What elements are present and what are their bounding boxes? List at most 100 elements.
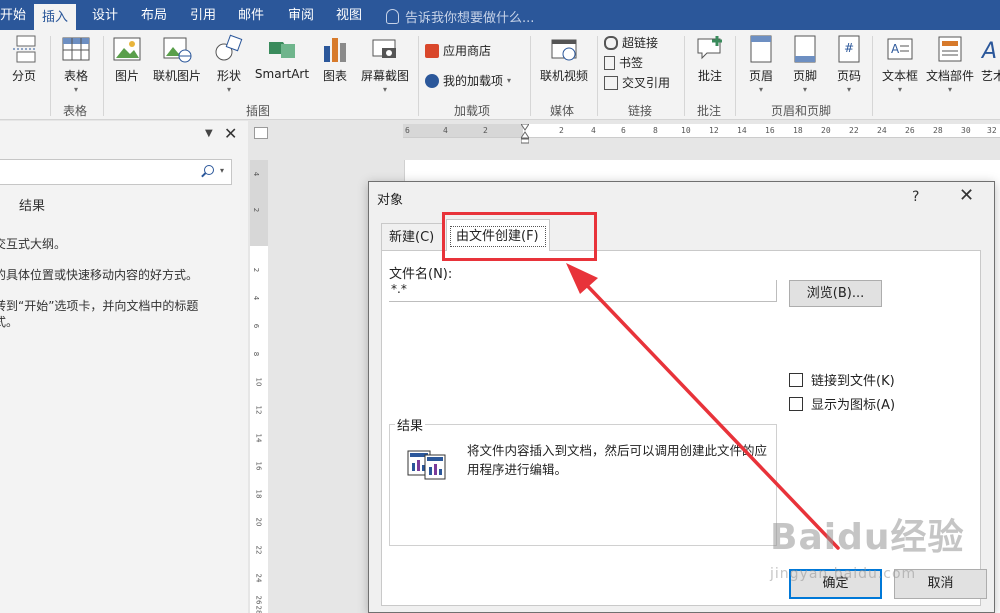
wordart-icon: A (980, 39, 997, 64)
header-label: 页眉 (748, 69, 773, 83)
tell-me-text: 告诉我你想要做什么... (405, 11, 535, 26)
link-icon (604, 35, 618, 50)
store-button[interactable]: 应用商店 (425, 42, 491, 59)
table-button[interactable]: 表格 ▾ (58, 34, 94, 94)
group-comments-label: 批注 (697, 104, 722, 118)
tab-mailings[interactable]: 邮件 (238, 0, 264, 30)
dialog-title: 对象 (377, 193, 404, 208)
horizontal-ruler[interactable]: 6 4 2 2 4 6 8 10 12 14 16 18 20 22 24 26… (403, 124, 1000, 138)
picture-button[interactable]: 图片 (110, 34, 144, 84)
page-number-button[interactable]: # 页码 ▾ (831, 34, 867, 94)
checkbox-box[interactable] (789, 396, 803, 411)
navigation-search-input[interactable]: ▾ (0, 159, 232, 185)
ruler-tick: 8 (252, 351, 261, 357)
tab-selector[interactable] (254, 127, 268, 139)
ruler-tick: 4 (252, 295, 261, 301)
ruler-tick: 12 (709, 126, 719, 135)
tab-references[interactable]: 引用 (190, 0, 216, 30)
tab-view[interactable]: 视图 (336, 0, 362, 30)
smartart-button[interactable]: SmartArt (251, 34, 313, 81)
online-picture-button[interactable]: 联机图片 (149, 34, 205, 84)
tab-home[interactable]: 开始 (0, 0, 26, 30)
comment-label: 批注 (697, 69, 722, 83)
chevron-down-icon: ▾ (846, 85, 851, 94)
display-as-icon-checkbox[interactable]: 显示为图标(A) (789, 394, 895, 413)
chart-button[interactable]: 图表 (318, 34, 352, 84)
online-video-icon (551, 39, 577, 61)
ruler-tick: 4 (443, 126, 448, 135)
store-label: 应用商店 (443, 44, 492, 58)
smartart-icon (269, 42, 295, 58)
table-label: 表格 (63, 69, 88, 83)
close-icon[interactable]: ✕ (224, 124, 237, 143)
link-to-file-checkbox[interactable]: 链接到文件(K) (789, 370, 895, 389)
tab-results[interactable]: 结果 (19, 195, 45, 214)
indent-marker-icon[interactable] (521, 124, 529, 144)
browse-button[interactable]: 浏览(B)... (789, 280, 882, 307)
vertical-ruler[interactable]: 4 2 2 4 6 8 10 12 14 16 18 20 22 24 26 2… (250, 160, 268, 613)
picture-label: 图片 (114, 69, 139, 83)
online-picture-icon (163, 37, 192, 63)
bookmark-button[interactable]: 书签 (604, 54, 643, 71)
my-addins-button[interactable]: 我的加载项 ▾ (425, 72, 511, 89)
footer-button[interactable]: 页脚 ▾ (787, 34, 823, 94)
ribbon-insert: 分页 表格 ▾ 表格 图片 联机图片 形状 ▾ SmartArt 图表 屏幕截图… (0, 30, 1000, 120)
group-links-label: 链接 (628, 104, 653, 118)
lightbulb-icon (386, 9, 399, 24)
chevron-down-icon: ▾ (758, 85, 763, 94)
chevron-down-icon: ▾ (802, 85, 807, 94)
chevron-down-icon[interactable]: ▾ (220, 166, 224, 175)
group-addins-label: 加载项 (454, 104, 491, 118)
shapes-button[interactable]: 形状 ▾ (211, 34, 247, 94)
filename-input[interactable]: *.* (389, 280, 777, 302)
pane-options-icon[interactable]: ▼ (205, 128, 213, 139)
quick-parts-icon (938, 36, 962, 62)
footer-label: 页脚 (792, 69, 817, 83)
hyperlink-button[interactable]: 超链接 (604, 34, 658, 51)
watermark-url: jingyan.baidu.com (770, 566, 917, 582)
annotation-highlight-box (442, 212, 597, 261)
tab-design[interactable]: 设计 (92, 0, 118, 30)
bookmark-label: 书签 (619, 56, 644, 70)
ruler-tick: 22 (254, 545, 263, 555)
wordart-button[interactable]: A 艺术 (978, 34, 1000, 84)
tab-insert[interactable]: 插入 (34, 4, 77, 30)
ruler-tick: 24 (254, 573, 263, 583)
comment-icon (697, 36, 722, 60)
chevron-down-icon: ▾ (897, 85, 902, 94)
screenshot-button[interactable]: 屏幕截图 ▾ (356, 34, 414, 94)
cross-reference-button[interactable]: 交叉引用 (604, 74, 670, 91)
online-video-button[interactable]: 联机视频 (536, 34, 592, 84)
header-button[interactable]: 页眉 ▾ (743, 34, 779, 94)
tell-me-search[interactable]: 告诉我你想要做什么... (386, 7, 534, 26)
comment-button[interactable]: 批注 (692, 34, 728, 84)
page-break-button[interactable]: 分页 (4, 34, 44, 84)
checkbox-box[interactable] (789, 372, 803, 387)
result-description: 将文件内容插入到文档，然后可以调用创建此文件的应用程序进行编辑。 (467, 443, 768, 477)
page-break-label: 分页 (11, 69, 36, 83)
smartart-label: SmartArt (254, 67, 310, 81)
footer-icon (794, 35, 816, 63)
tab-create-new[interactable]: 新建(C) (381, 223, 443, 250)
page-number-icon: # (838, 35, 860, 63)
nav-text-line: 转到“开始”选项卡，并向文档中的标题 (0, 299, 199, 313)
search-icon[interactable] (204, 165, 214, 175)
navigation-pane: ▼ ✕ ▾ 结果 交互式大纲。 的具体位置或快速移动内容的好方式。 转到“开始”… (0, 121, 248, 613)
ruler-tick: 32 (987, 126, 997, 135)
close-button[interactable]: ✕ (959, 185, 974, 206)
textbox-label: 文本框 (881, 69, 918, 83)
quick-parts-button[interactable]: 文档部件 ▾ (925, 34, 975, 94)
ruler-tick: 10 (254, 377, 263, 387)
help-button[interactable]: ? (912, 189, 919, 205)
bookmark-icon (604, 55, 615, 70)
cross-reference-icon (604, 75, 618, 90)
textbox-button[interactable]: A 文本框 ▾ (878, 34, 922, 94)
online-picture-label: 联机图片 (152, 69, 201, 83)
ruler-tick: 2 (483, 126, 488, 135)
tab-review[interactable]: 审阅 (288, 0, 314, 30)
tab-layout[interactable]: 布局 (141, 0, 167, 30)
ruler-tick: 20 (821, 126, 831, 135)
ruler-tick: 30 (961, 126, 971, 135)
page-break-icon (13, 35, 37, 63)
store-icon (425, 43, 439, 58)
